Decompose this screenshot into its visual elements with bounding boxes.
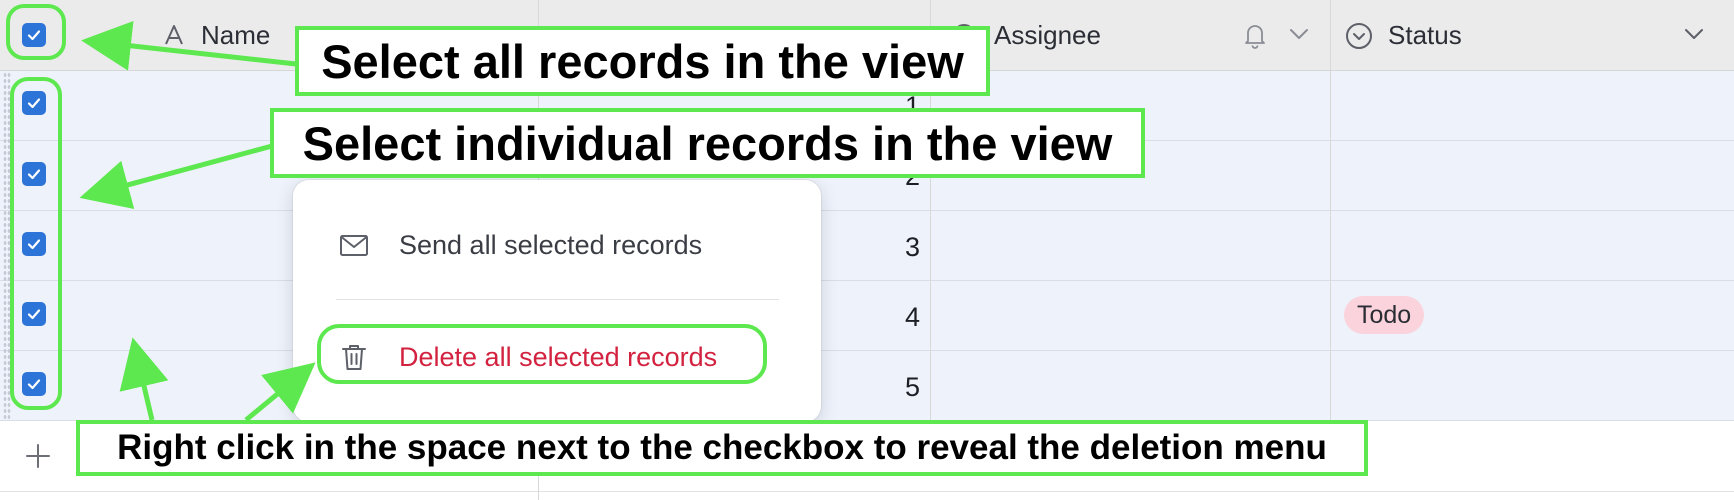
context-menu: Send all selected records Delete all sel…: [293, 180, 821, 422]
callout-select-all: Select all records in the view: [295, 26, 990, 96]
column-header-name[interactable]: Name: [201, 20, 270, 50]
callout-right-click: Right click in the space next to the che…: [76, 420, 1368, 476]
table-row[interactable]: 5: [0, 351, 1734, 421]
chevron-down-icon[interactable]: [1683, 26, 1705, 42]
mail-icon: [340, 235, 368, 256]
plus-icon[interactable]: [24, 442, 52, 470]
status-badge[interactable]: Todo: [1344, 296, 1425, 334]
row-checkboxes-highlight: [10, 77, 62, 410]
callout-select-individual: Select individual records in the view: [270, 108, 1145, 178]
column-divider[interactable]: [1330, 0, 1331, 421]
table-row[interactable]: 4: [0, 281, 1734, 351]
row-number-cell[interactable]: 5: [880, 372, 920, 402]
row-number-cell[interactable]: 3: [880, 232, 920, 262]
delete-item-highlight: [317, 324, 767, 384]
send-selected-records-label: Send all selected records: [399, 230, 703, 260]
column-header-assignee[interactable]: Assignee: [994, 20, 1101, 50]
menu-divider: [336, 299, 779, 300]
column-header-status[interactable]: Status: [1388, 20, 1462, 50]
text-field-icon: [165, 25, 183, 45]
single-select-icon: [1346, 23, 1372, 49]
chevron-down-icon[interactable]: [1288, 26, 1310, 42]
table-row[interactable]: 3: [0, 211, 1734, 281]
select-all-highlight: [6, 4, 66, 60]
send-selected-records-item[interactable]: Send all selected records: [293, 217, 821, 273]
row-number-cell[interactable]: 4: [880, 302, 920, 332]
bell-icon[interactable]: [1240, 20, 1270, 50]
